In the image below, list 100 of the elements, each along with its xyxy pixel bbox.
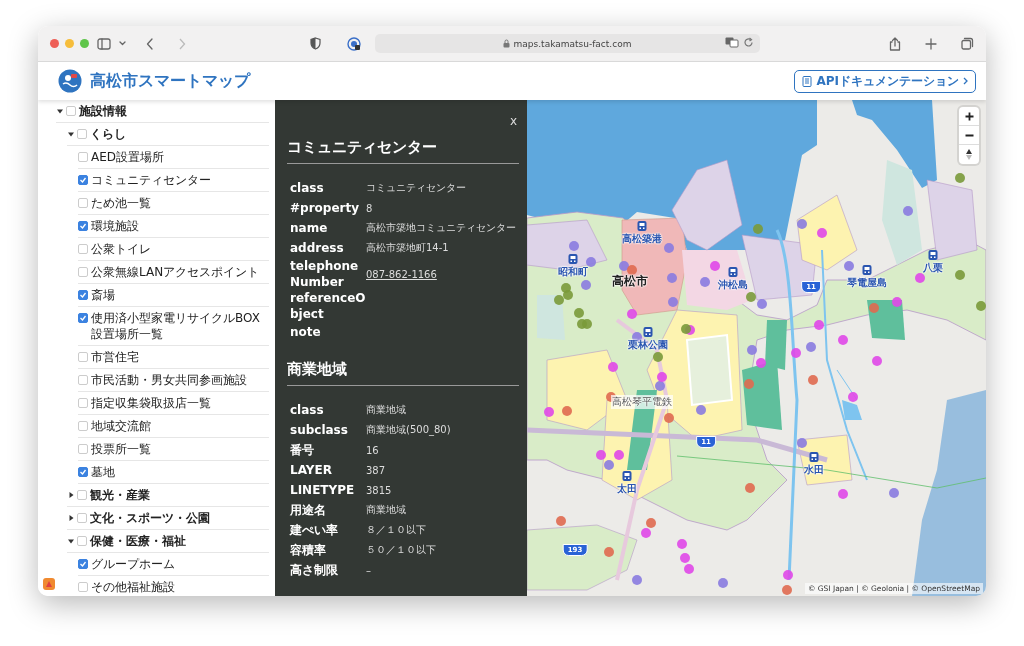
map-marker[interactable] <box>556 516 566 526</box>
reload-icon[interactable] <box>742 37 754 48</box>
map-marker[interactable] <box>808 375 818 385</box>
shield-icon[interactable] <box>309 37 321 50</box>
map-marker[interactable] <box>838 489 848 499</box>
map-marker[interactable] <box>696 405 706 415</box>
chevron-down-icon[interactable] <box>119 41 126 46</box>
map-marker[interactable] <box>614 450 624 460</box>
compass-icon[interactable] <box>966 149 972 160</box>
map-marker[interactable] <box>745 483 755 493</box>
map-marker[interactable] <box>797 438 807 448</box>
caret-right-icon[interactable] <box>67 491 75 499</box>
map-marker[interactable] <box>955 270 965 280</box>
map-marker[interactable] <box>684 564 694 574</box>
map-marker[interactable] <box>604 460 614 470</box>
map-marker[interactable] <box>838 335 848 345</box>
map-marker[interactable] <box>915 273 925 283</box>
checkbox[interactable] <box>78 582 88 592</box>
map-marker[interactable] <box>783 570 793 580</box>
checkbox[interactable] <box>78 290 88 300</box>
checkbox[interactable] <box>77 513 87 523</box>
extension-icon[interactable] <box>43 578 55 590</box>
checkbox[interactable] <box>78 559 88 569</box>
close-button[interactable]: x <box>509 114 517 128</box>
map-marker[interactable] <box>667 273 677 283</box>
map-marker[interactable] <box>664 413 674 423</box>
caret-down-icon[interactable] <box>67 130 75 138</box>
checkbox[interactable] <box>78 375 88 385</box>
map-marker[interactable] <box>710 261 720 271</box>
translate-icon[interactable] <box>724 37 739 48</box>
map-marker[interactable] <box>677 539 687 549</box>
phone-link[interactable]: 087-862-1166 <box>366 268 437 280</box>
map-marker[interactable] <box>655 381 665 391</box>
map-marker[interactable] <box>627 265 637 275</box>
map-marker[interactable] <box>668 297 678 307</box>
checkbox[interactable] <box>77 536 87 546</box>
map-marker[interactable] <box>700 277 710 287</box>
back-icon[interactable] <box>146 37 154 50</box>
checkbox[interactable] <box>78 467 88 477</box>
map-marker[interactable] <box>718 578 728 588</box>
map-marker[interactable] <box>681 324 691 334</box>
checkbox[interactable] <box>78 244 88 254</box>
map-marker[interactable] <box>608 362 618 372</box>
checkbox[interactable] <box>78 352 88 362</box>
map-marker[interactable] <box>574 308 584 318</box>
checkbox[interactable] <box>77 129 87 139</box>
map-marker[interactable] <box>569 241 579 251</box>
sidebar-icon[interactable] <box>97 37 111 50</box>
map-marker[interactable] <box>664 243 674 253</box>
map-marker[interactable] <box>753 224 763 234</box>
map-marker[interactable] <box>596 450 606 460</box>
map-marker[interactable] <box>582 319 592 329</box>
map-marker[interactable] <box>586 257 596 267</box>
checkbox[interactable] <box>78 444 88 454</box>
map-marker[interactable] <box>817 228 827 238</box>
map-marker[interactable] <box>581 280 591 290</box>
tabs-icon[interactable] <box>961 37 974 50</box>
map-marker[interactable] <box>544 407 554 417</box>
map-marker[interactable] <box>632 575 642 585</box>
map-marker[interactable] <box>782 585 792 595</box>
map-marker[interactable] <box>657 372 667 382</box>
map-marker[interactable] <box>653 352 663 362</box>
share-icon[interactable] <box>889 36 901 51</box>
checkbox[interactable] <box>78 313 88 323</box>
caret-right-icon[interactable] <box>67 514 75 522</box>
caret-down-icon[interactable] <box>56 107 64 115</box>
address-bar[interactable]: maps.takamatsu-fact.com <box>374 34 760 53</box>
map-marker[interactable] <box>627 309 637 319</box>
checkbox[interactable] <box>78 398 88 408</box>
password-icon[interactable] <box>346 36 361 51</box>
forward-icon[interactable] <box>178 37 186 50</box>
map-marker[interactable] <box>563 290 573 300</box>
map-marker[interactable] <box>814 320 824 330</box>
checkbox[interactable] <box>78 267 88 277</box>
map-marker[interactable] <box>869 303 879 313</box>
zoom-out-icon[interactable] <box>964 133 974 137</box>
map-marker[interactable] <box>844 261 854 271</box>
checkbox[interactable] <box>78 198 88 208</box>
zoom-in-icon[interactable] <box>964 111 974 121</box>
checkbox[interactable] <box>78 175 88 185</box>
map-marker[interactable] <box>756 358 766 368</box>
checkbox[interactable] <box>78 152 88 162</box>
map-marker[interactable] <box>757 299 767 309</box>
map-marker[interactable] <box>747 345 757 355</box>
caret-down-icon[interactable] <box>67 537 75 545</box>
checkbox[interactable] <box>66 106 76 116</box>
checkbox[interactable] <box>77 490 87 500</box>
checkbox[interactable] <box>78 221 88 231</box>
map-marker[interactable] <box>646 518 656 528</box>
map-marker[interactable] <box>619 261 629 271</box>
map-marker[interactable] <box>872 356 882 366</box>
map-marker[interactable] <box>903 206 913 216</box>
checkbox[interactable] <box>78 421 88 431</box>
api-docs-button[interactable]: APIドキュメンテーション <box>794 69 976 93</box>
map-marker[interactable] <box>791 348 801 358</box>
map-marker[interactable] <box>641 528 651 538</box>
map-marker[interactable] <box>744 379 754 389</box>
map-marker[interactable] <box>797 219 807 229</box>
map-marker[interactable] <box>848 392 858 402</box>
map-marker[interactable] <box>976 301 986 311</box>
